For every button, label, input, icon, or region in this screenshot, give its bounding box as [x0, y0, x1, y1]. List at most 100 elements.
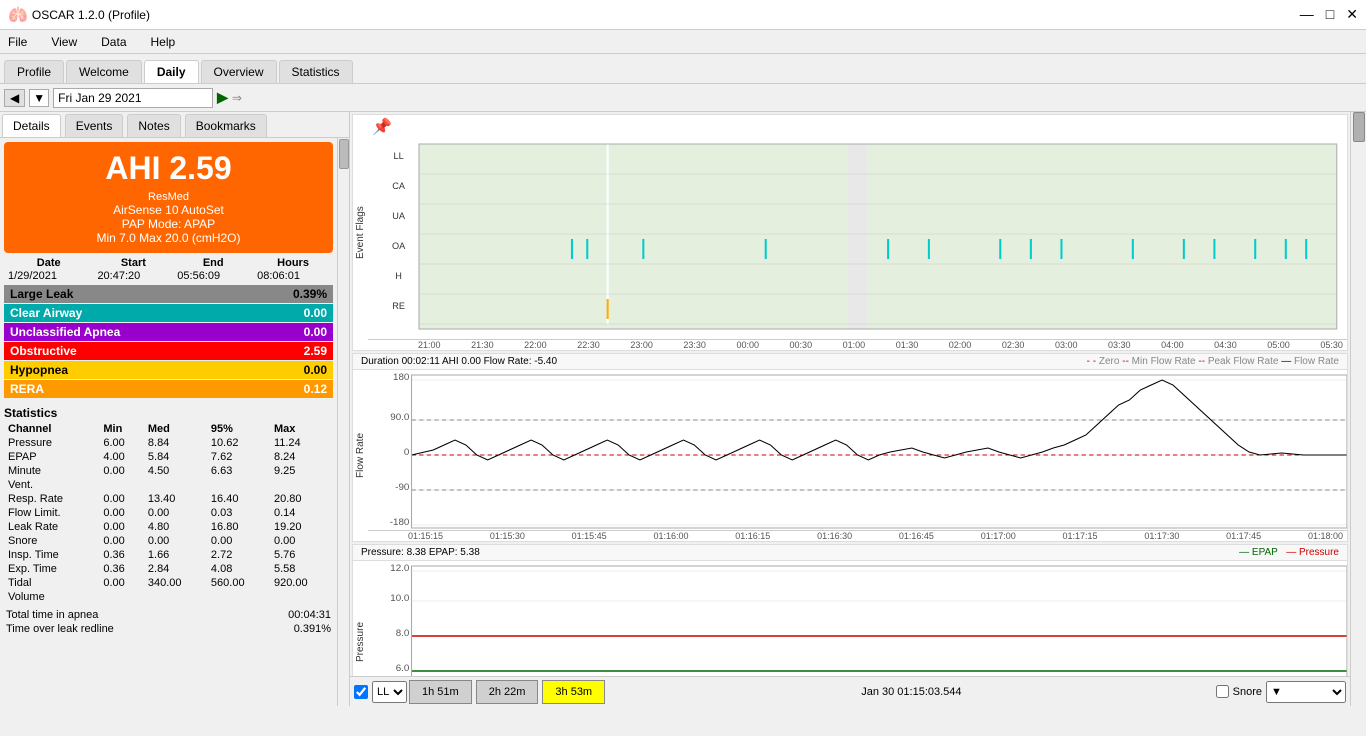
- session-end: 05:56:09: [173, 269, 253, 283]
- stats-row: Volume: [4, 590, 333, 604]
- charts-scroll[interactable]: Event Flags 📌 LL CA UA: [350, 112, 1350, 676]
- subtab-bookmarks[interactable]: Bookmarks: [185, 114, 267, 137]
- stats-col-95: 95%: [207, 422, 270, 436]
- large-leak-label: Large Leak: [10, 287, 73, 301]
- stats-row: Flow Limit.0.000.000.030.14: [4, 506, 333, 520]
- title-bar-controls[interactable]: — □ ✕: [1300, 6, 1358, 23]
- svg-text:-90: -90: [395, 481, 409, 492]
- tab-profile[interactable]: Profile: [4, 60, 64, 83]
- time-button-3[interactable]: 3h 53m: [542, 680, 605, 704]
- ahi-box: AHI 2.59 ResMed AirSense 10 AutoSet PAP …: [4, 142, 333, 253]
- app-icon: 🫁: [8, 5, 28, 25]
- event-table: Clear Airway 0.00 Unclassified Apnea 0.0…: [4, 304, 333, 398]
- event-ua-value: 0.00: [304, 325, 327, 339]
- svg-text:180: 180: [393, 371, 409, 382]
- ll-area: LL: [354, 681, 407, 703]
- col-end: End: [173, 257, 253, 269]
- stats-col-max: Max: [270, 422, 333, 436]
- stats-col-min: Min: [99, 422, 144, 436]
- stats-row: Insp. Time0.361.662.725.76: [4, 548, 333, 562]
- ahi-mode: PAP Mode: APAP: [12, 217, 325, 231]
- vertical-scrollbar[interactable]: [1350, 112, 1366, 706]
- total-apnea-label: Total time in apnea: [6, 609, 98, 621]
- large-leak-value: 0.39%: [293, 287, 327, 301]
- svg-text:-180: -180: [390, 516, 410, 527]
- ahi-value: AHI 2.59: [12, 150, 325, 187]
- ll-checkbox[interactable]: [354, 685, 368, 699]
- stats-row: Tidal0.00340.00560.00920.00: [4, 576, 333, 590]
- left-panel: Details Events Notes Bookmarks AHI 2.59 …: [0, 112, 350, 706]
- menu-view[interactable]: View: [47, 33, 81, 51]
- flow-rate-chart: Duration 00:02:11 AHI 0.00 Flow Rate: -5…: [352, 353, 1348, 542]
- event-rera: RERA 0.12: [4, 380, 333, 398]
- time-button-2[interactable]: 2h 22m: [476, 680, 539, 704]
- svg-text:RE: RE: [392, 301, 405, 311]
- subtab-notes[interactable]: Notes: [127, 114, 180, 137]
- time-button-1[interactable]: 1h 51m: [409, 680, 472, 704]
- stats-row: Resp. Rate0.0013.4016.4020.80: [4, 492, 333, 506]
- title-bar: 🫁 OSCAR 1.2.0 (Profile) — □ ✕: [0, 0, 1366, 30]
- statistics-header: Statistics: [4, 406, 333, 420]
- snore-checkbox[interactable]: [1216, 685, 1229, 698]
- event-ca-label: Clear Airway: [10, 306, 82, 320]
- scrollbar-thumb[interactable]: [1353, 112, 1365, 142]
- svg-text:UA: UA: [392, 211, 406, 221]
- ll-select[interactable]: LL: [372, 681, 407, 703]
- pressure-chart: Pressure: 8.38 EPAP: 5.38 — EPAP — Press…: [352, 544, 1348, 676]
- menu-data[interactable]: Data: [97, 33, 130, 51]
- date-lock-button[interactable]: ⇒: [232, 91, 242, 105]
- flow-rate-legend: - - Zero -- Min Flow Rate -- Peak Flow R…: [1087, 356, 1339, 367]
- event-ca-value: 0.00: [304, 306, 327, 320]
- date-prev-button[interactable]: ◀: [4, 89, 25, 107]
- flow-rate-title: Duration 00:02:11 AHI 0.00 Flow Rate: -5…: [361, 356, 557, 367]
- stats-col-med: Med: [144, 422, 207, 436]
- main-right: Event Flags 📌 LL CA UA: [350, 112, 1366, 706]
- stats-row: Leak Rate0.004.8016.8019.20: [4, 520, 333, 534]
- stats-row: EPAP4.005.847.628.24: [4, 450, 333, 464]
- date-dropdown-button[interactable]: ▼: [29, 89, 49, 107]
- bottom-timestamp: Jan 30 01:15:03.544: [607, 686, 1216, 698]
- event-clear-airway: Clear Airway 0.00: [4, 304, 333, 322]
- tab-bar: Profile Welcome Daily Overview Statistic…: [0, 54, 1366, 84]
- app-title: OSCAR 1.2.0 (Profile): [32, 8, 150, 22]
- svg-text:90.0: 90.0: [390, 411, 409, 422]
- tab-statistics[interactable]: Statistics: [279, 60, 353, 83]
- over-leak-value: 0.391%: [294, 623, 331, 635]
- date-next-button[interactable]: ▶: [217, 89, 228, 106]
- event-flags-svg: LL CA UA OA H RE: [368, 139, 1347, 339]
- date-input[interactable]: Fri Jan 29 2021: [53, 88, 213, 108]
- pressure-legend: — EPAP — Pressure: [1239, 547, 1339, 558]
- menu-bar: File View Data Help: [0, 30, 1366, 54]
- event-hypopnea: Hypopnea 0.00: [4, 361, 333, 379]
- ahi-device-name: AirSense 10 AutoSet: [12, 203, 325, 217]
- menu-file[interactable]: File: [4, 33, 31, 51]
- event-flags-chart: Event Flags 📌 LL CA UA: [352, 114, 1348, 351]
- stats-row: Minute0.004.506.639.25: [4, 464, 333, 478]
- stats-row: Exp. Time0.362.844.085.58: [4, 562, 333, 576]
- snore-select[interactable]: ▼: [1266, 681, 1346, 703]
- tab-daily[interactable]: Daily: [144, 60, 199, 83]
- tab-welcome[interactable]: Welcome: [66, 60, 142, 83]
- ahi-manufacturer: ResMed: [12, 191, 325, 203]
- pin-icon[interactable]: 📌: [372, 117, 392, 137]
- event-obstructive: Obstructive 2.59: [4, 342, 333, 360]
- close-button[interactable]: ✕: [1346, 6, 1358, 23]
- svg-text:0: 0: [404, 446, 409, 457]
- session-info: Date Start End Hours 1/29/2021 20:47:20 …: [4, 257, 333, 283]
- right-content: Event Flags 📌 LL CA UA: [350, 112, 1350, 706]
- pressure-title: Pressure: 8.38 EPAP: 5.38: [361, 547, 480, 558]
- menu-help[interactable]: Help: [147, 33, 180, 51]
- snore-label: Snore: [1233, 686, 1262, 698]
- flow-rate-time-axis: 01:15:1501:15:3001:15:4501:16:00 01:16:1…: [368, 530, 1347, 541]
- tab-overview[interactable]: Overview: [201, 60, 277, 83]
- minimize-button[interactable]: —: [1300, 6, 1314, 23]
- svg-text:6.0: 6.0: [396, 662, 410, 673]
- event-oa-label: Obstructive: [10, 344, 77, 358]
- event-oa-value: 2.59: [304, 344, 327, 358]
- maximize-button[interactable]: □: [1326, 6, 1334, 23]
- session-start: 20:47:20: [93, 269, 173, 283]
- subtab-events[interactable]: Events: [65, 114, 124, 137]
- col-date: Date: [4, 257, 93, 269]
- subtab-details[interactable]: Details: [2, 114, 61, 137]
- flow-rate-ylabel: Flow Rate: [353, 370, 368, 541]
